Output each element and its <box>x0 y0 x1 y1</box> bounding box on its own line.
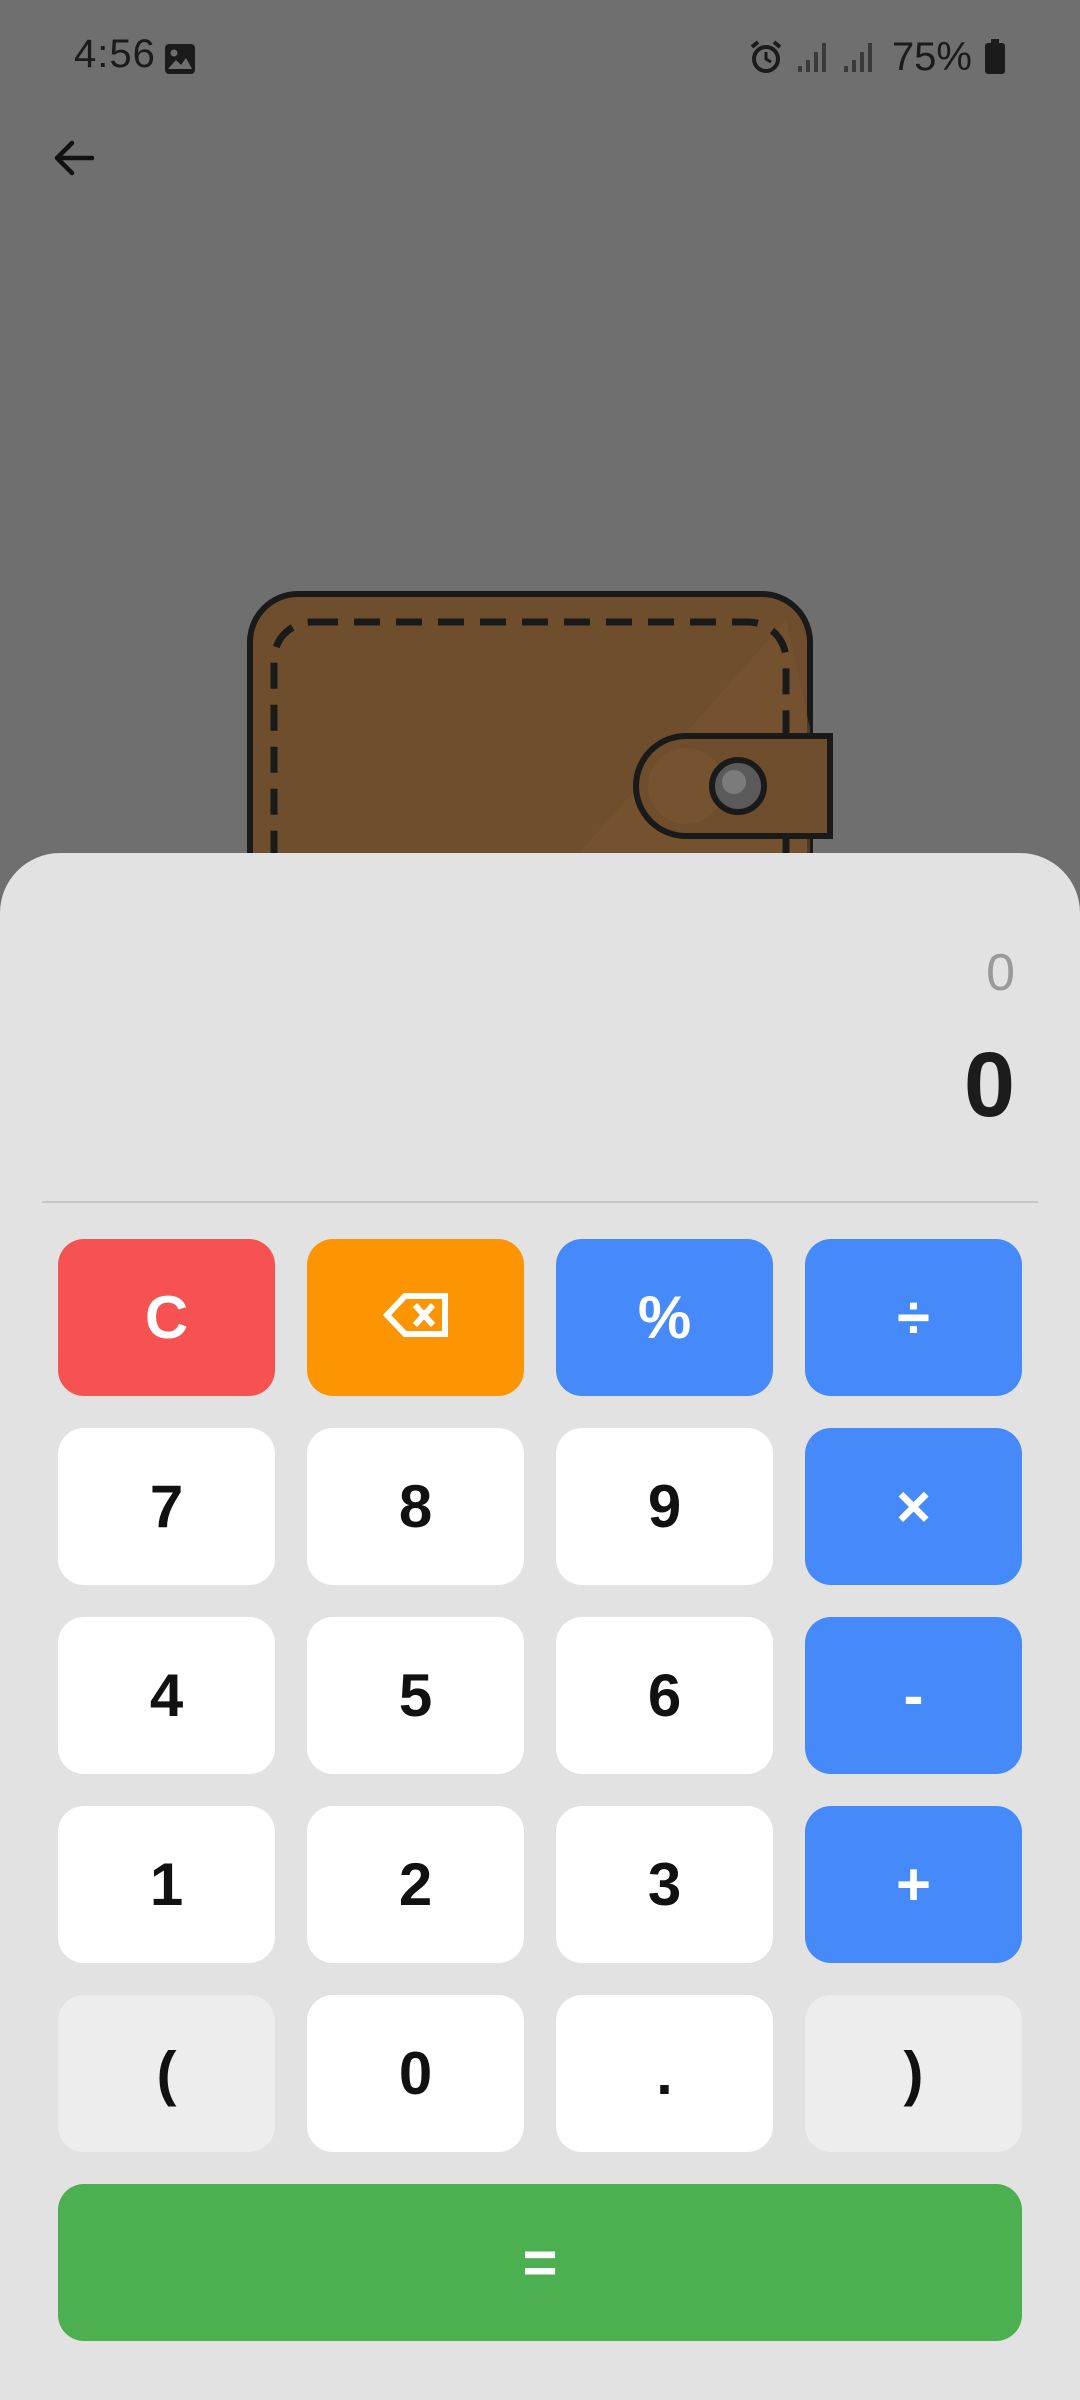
digit-4-button[interactable]: 4 <box>58 1617 275 1774</box>
digit-2-button[interactable]: 2 <box>307 1806 524 1963</box>
gallery-icon <box>164 43 196 75</box>
arrow-left-icon <box>50 134 98 187</box>
alarm-icon <box>748 39 784 75</box>
battery-percent: 75% <box>891 34 972 79</box>
result-display: 0 <box>963 1034 1015 1136</box>
backspace-icon <box>382 1283 449 1352</box>
status-right: 75% <box>748 32 1006 82</box>
digit-8-button[interactable]: 8 <box>307 1428 524 1585</box>
status-time: 4:56 <box>74 32 156 76</box>
clear-button[interactable]: C <box>58 1239 275 1396</box>
divide-button[interactable]: ÷ <box>805 1239 1022 1396</box>
close-paren-button[interactable]: ) <box>805 1995 1022 2152</box>
back-button[interactable] <box>44 130 104 190</box>
plus-button[interactable]: + <box>805 1806 1022 1963</box>
divider <box>42 1201 1038 1203</box>
equals-button[interactable]: = <box>58 2184 1022 2341</box>
expression-display: 0 <box>986 944 1015 1002</box>
battery-icon <box>984 39 1006 75</box>
digit-0-button[interactable]: 0 <box>307 1995 524 2152</box>
calculator-sheet: 0 0 C % ÷ 7 8 9 × 4 5 6 - 1 2 3 + (0 . … <box>0 853 1080 2400</box>
wallet-illustration <box>246 590 836 927</box>
signal-icon <box>842 40 876 74</box>
open-paren-button[interactable]: ( <box>58 1995 275 2152</box>
digit-3-button[interactable]: 3 <box>556 1806 773 1963</box>
percent-button[interactable]: % <box>556 1239 773 1396</box>
digit-9-button[interactable]: 9 <box>556 1428 773 1585</box>
digit-7-button[interactable]: 7 <box>58 1428 275 1585</box>
signal-icon <box>796 40 830 74</box>
digit-1-button[interactable]: 1 <box>58 1806 275 1963</box>
decimal-point-button[interactable]: . <box>556 1995 773 2152</box>
screen: 4:56 75% 0 0 C % ÷ 7 8 9 × 4 5 6 - 1 2 3… <box>0 0 1080 2400</box>
multiply-button[interactable]: × <box>805 1428 1022 1585</box>
status-bar: 4:56 75% <box>0 0 1080 120</box>
digit-5-button[interactable]: 5 <box>307 1617 524 1774</box>
backspace-button[interactable] <box>307 1239 524 1396</box>
digit-6-button[interactable]: 6 <box>556 1617 773 1774</box>
keypad: C % ÷ 7 8 9 × 4 5 6 - 1 2 3 + (0 .) = <box>58 1239 1022 2341</box>
minus-button[interactable]: - <box>805 1617 1022 1774</box>
